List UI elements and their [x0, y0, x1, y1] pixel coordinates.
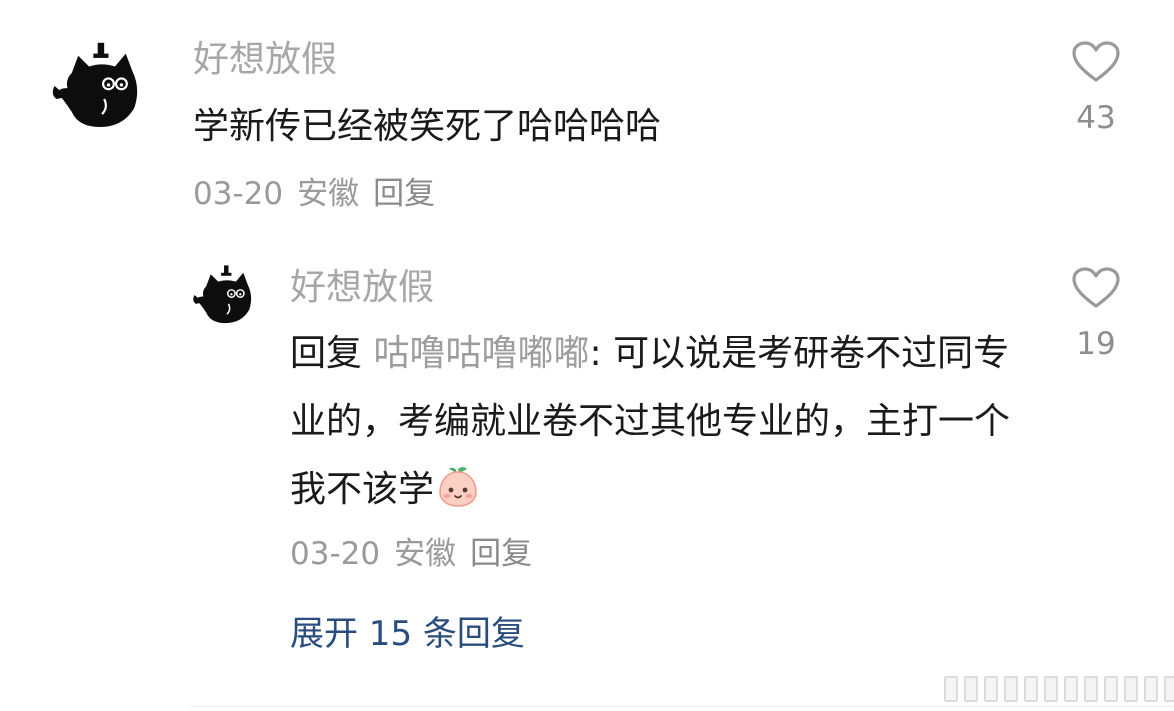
reply-separator: : — [589, 333, 602, 374]
reply-like-button[interactable]: 19 — [1066, 266, 1126, 364]
reply-avatar[interactable] — [190, 258, 264, 332]
watermark — [944, 676, 1174, 702]
reply-text-block: 回复 咕噜咕噜嘟嘟: 可以说是考研卷不过同专业的，考编就业卷不过其他专业的，主打… — [290, 320, 1025, 524]
reply-location: 安徽 — [394, 536, 457, 572]
comment-meta: 03-20 安徽 回复 — [193, 174, 449, 214]
reply-meta: 03-20 安徽 回复 — [290, 534, 546, 574]
reply-mention[interactable]: 咕噜咕噜嘟嘟 — [373, 333, 589, 374]
comment-text: 学新传已经被笑死了哈哈哈哈 — [193, 106, 662, 147]
reply-like-count: 19 — [1076, 326, 1116, 362]
black-cat-avatar-icon — [190, 258, 264, 332]
expand-replies-button[interactable]: 展开 15 条回复 — [290, 612, 525, 656]
divider — [190, 706, 1174, 707]
peach-face-emoji-icon — [436, 464, 480, 508]
comment-date: 03-20 — [193, 176, 284, 212]
reply-username[interactable]: 好想放假 — [290, 266, 434, 310]
comment-username[interactable]: 好想放假 — [193, 38, 337, 82]
comment-location: 安徽 — [297, 176, 360, 212]
heart-outline-icon — [1072, 267, 1120, 308]
comment-like-button[interactable]: 43 — [1066, 40, 1126, 138]
reply-reply-button[interactable]: 回复 — [470, 536, 532, 572]
reply-prefix: 回复 — [290, 333, 363, 374]
reply-date: 03-20 — [290, 536, 381, 572]
heart-outline-icon — [1072, 41, 1120, 82]
black-cat-avatar-icon — [48, 32, 156, 140]
avatar[interactable] — [48, 32, 156, 140]
comment-like-count: 43 — [1076, 100, 1116, 136]
comment-reply-button[interactable]: 回复 — [373, 176, 435, 212]
